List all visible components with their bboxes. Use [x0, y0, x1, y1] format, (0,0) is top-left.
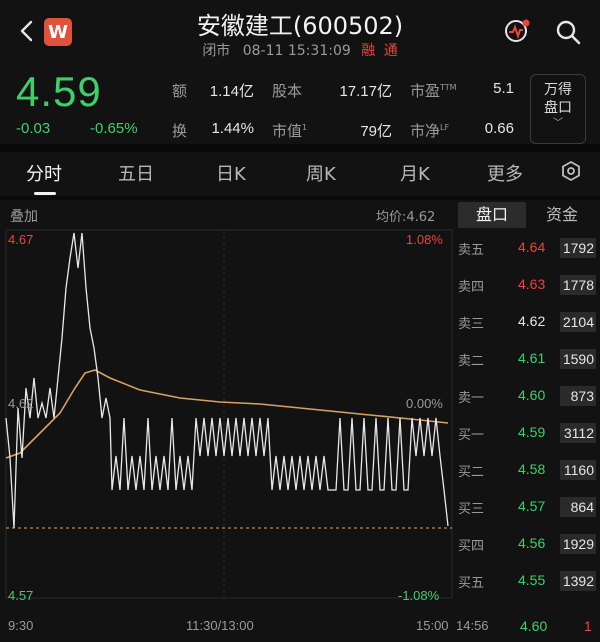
orderbook-row: 卖三 4.62 2104 — [456, 310, 600, 334]
orderbook-row: 买二 4.58 1160 — [456, 458, 600, 482]
share-capital-label: 股本 — [272, 82, 303, 100]
y-max-label: 4.67 — [8, 232, 34, 247]
orderbook-level: 买三 — [458, 502, 485, 517]
intraday-chart[interactable] — [0, 228, 456, 618]
pb-value: 0.66 — [484, 120, 514, 137]
share-capital-value: 17.17亿 — [339, 83, 392, 100]
price-alert-icon[interactable] — [502, 16, 532, 46]
tab-five-day[interactable]: 五日 — [118, 160, 154, 186]
period-tabs: 分时 五日 日K 周K 月K 更多 — [0, 152, 600, 198]
orderbook-price: 4.59 — [518, 424, 546, 440]
y-mid-label: 4.62 — [8, 396, 34, 411]
margin-tag: 融 — [361, 43, 376, 59]
price-change: -0.03 — [16, 120, 51, 137]
orderbook-volume: 1160 — [560, 460, 596, 480]
pct-min-label: -1.08% — [398, 588, 440, 603]
orderbook-price: 4.56 — [518, 535, 546, 551]
wind-orderbook-label: 万得 盘口 — [544, 82, 572, 116]
orderbook-level: 买一 — [458, 428, 485, 443]
tab-monthly-k[interactable]: 月K — [400, 160, 430, 186]
orderbook-row: 买一 4.59 3112 — [456, 421, 600, 445]
orderbook-price: 4.58 — [518, 461, 546, 477]
x-end-label: 15:00 — [416, 618, 449, 633]
connect-tag: 通 — [383, 43, 398, 59]
orderbook-level: 卖四 — [458, 280, 485, 295]
last-trade-volume: 1 — [584, 618, 592, 634]
tab-more[interactable]: 更多 — [487, 160, 523, 186]
orderbook-level: 卖一 — [458, 391, 485, 406]
update-time: 08-11 15:31:09 — [242, 43, 351, 59]
orderbook-price: 4.62 — [518, 313, 546, 329]
price-line — [5, 232, 449, 529]
orderbook-price: 4.61 — [518, 350, 546, 366]
orderbook-price: 4.57 — [518, 498, 546, 514]
orderbook-level: 卖二 — [458, 354, 485, 369]
orderbook-row: 卖四 4.63 1778 — [456, 273, 600, 297]
tab-orderbook[interactable]: 盘口 — [458, 202, 526, 228]
average-price-label: 均价:4.62 — [376, 210, 436, 225]
orderbook-row: 卖二 4.61 1590 — [456, 347, 600, 371]
last-trade-time: 14:56 — [456, 618, 489, 633]
average-price-line — [5, 369, 449, 459]
orderbook-level: 买二 — [458, 465, 485, 480]
orderbook-row: 买四 4.56 1929 — [456, 532, 600, 556]
orderbook-level: 卖五 — [458, 243, 485, 258]
orderbook-volume: 2104 — [560, 312, 596, 332]
wind-orderbook-button[interactable]: 万得 盘口 ﹀ — [530, 74, 586, 144]
orderbook-level: 买四 — [458, 539, 485, 554]
orderbook-volume: 1792 — [560, 238, 596, 258]
market-cap-label: 市值1 — [272, 122, 308, 140]
turnover-label: 额 — [172, 82, 188, 100]
chart-frame — [5, 229, 453, 599]
pe-label: 市盈TTM — [410, 82, 457, 100]
pct-mid-label: 0.00% — [406, 396, 443, 411]
tab-intraday[interactable]: 分时 — [26, 160, 62, 186]
orderbook-price: 4.60 — [518, 387, 546, 403]
orderbook-row: 卖五 4.64 1792 — [456, 236, 600, 260]
orderbook-volume: 1929 — [560, 534, 596, 554]
last-price: 4.59 — [16, 68, 102, 115]
orderbook-volume: 1392 — [560, 571, 596, 591]
turnover-rate-value: 1.44% — [211, 120, 254, 137]
x-start-label: 9:30 — [8, 618, 34, 633]
top-bar: W 安徽建工(600502) 闭市 08-11 15:31:09 融 通 — [0, 0, 600, 62]
orderbook-row: 买三 4.57 864 — [456, 495, 600, 519]
overlay-button[interactable]: 叠加 — [10, 206, 38, 226]
market-cap-value: 79亿 — [360, 123, 392, 140]
chevron-down-icon: ﹀ — [553, 118, 563, 129]
orderbook-volume: 1778 — [560, 275, 596, 295]
pb-label: 市净LF — [410, 122, 450, 140]
turnover-value: 1.14亿 — [209, 83, 254, 100]
market-status: 闭市 — [202, 43, 231, 59]
pe-value: 5.1 — [493, 80, 514, 97]
x-mid-label: 11:30/13:00 — [186, 618, 254, 633]
search-icon[interactable] — [554, 18, 582, 46]
section-divider — [0, 196, 600, 200]
pct-max-label: 1.08% — [406, 232, 443, 247]
orderbook-volume: 3112 — [560, 423, 596, 443]
tab-weekly-k[interactable]: 周K — [306, 160, 336, 186]
orderbook-tabs: 盘口 资金 — [456, 202, 600, 228]
tab-daily-k[interactable]: 日K — [216, 160, 246, 186]
last-trade-price: 4.60 — [520, 618, 548, 634]
active-tab-indicator — [34, 192, 56, 195]
orderbook-volume: 873 — [560, 386, 596, 406]
orderbook-level: 卖三 — [458, 317, 485, 332]
orderbook-price: 4.55 — [518, 572, 546, 588]
orderbook-volume: 1590 — [560, 349, 596, 369]
orderbook-row: 卖一 4.60 873 — [456, 384, 600, 408]
orderbook-price: 4.63 — [518, 276, 546, 292]
orderbook-price: 4.64 — [518, 239, 546, 255]
price-change-pct: -0.65% — [90, 120, 138, 137]
turnover-rate-label: 换 — [172, 122, 188, 140]
orderbook-level: 买五 — [458, 576, 485, 591]
y-min-label: 4.57 — [8, 588, 34, 603]
section-divider — [0, 144, 600, 152]
orderbook-volume: 864 — [560, 497, 596, 517]
orderbook-row: 买五 4.55 1392 — [456, 569, 600, 593]
settings-icon[interactable] — [560, 160, 582, 182]
tab-capital-flow[interactable]: 资金 — [528, 202, 596, 228]
